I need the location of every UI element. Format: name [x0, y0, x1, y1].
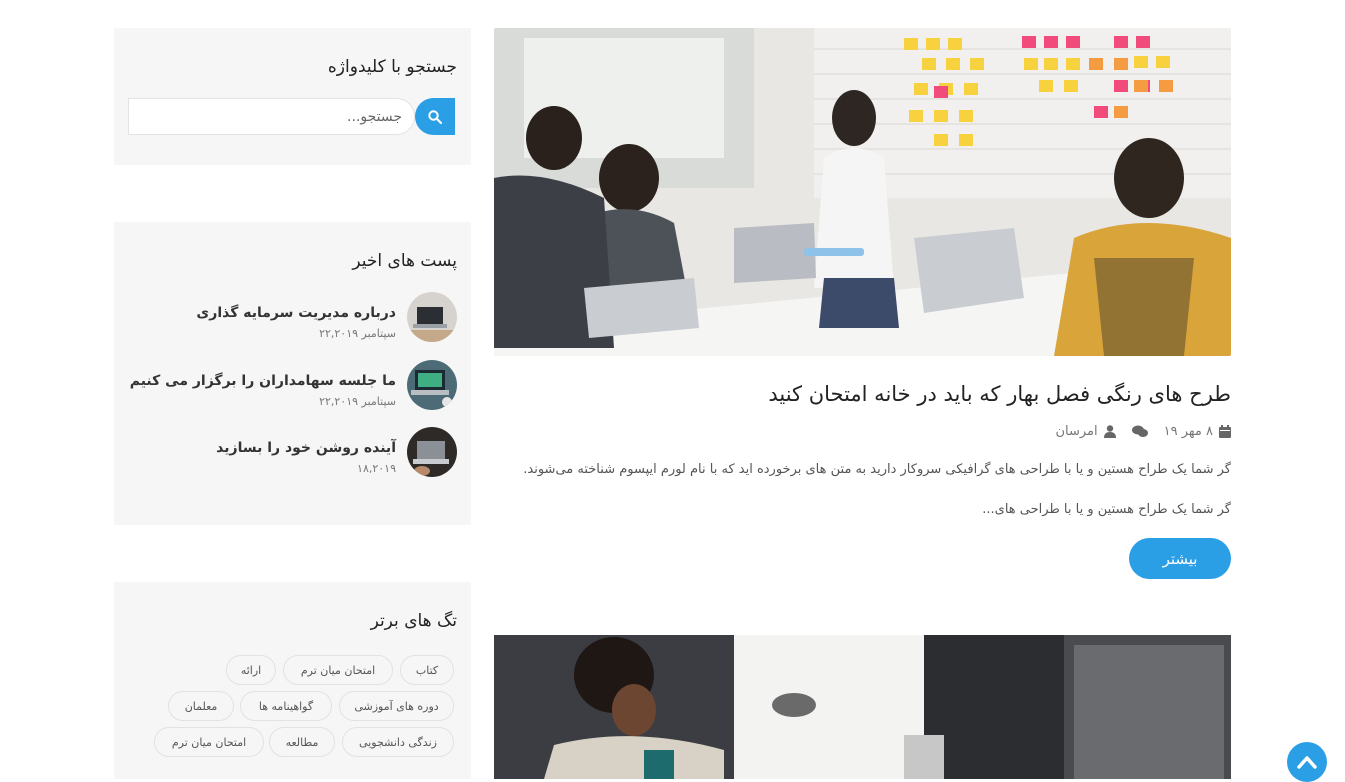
recent-posts-widget: پست های اخیر درباره مدیریت سرمایه گذاری …: [114, 222, 471, 525]
search-button[interactable]: [415, 98, 455, 135]
tag-link[interactable]: زندگی دانشجویی: [342, 727, 454, 757]
tag-link[interactable]: دوره های آموزشی: [339, 691, 454, 721]
search-widget: جستجو با کلیدواژه: [114, 28, 471, 165]
tag-link[interactable]: کتاب: [400, 655, 454, 685]
read-more-button[interactable]: بیشتر: [1129, 538, 1231, 579]
tags-widget: تگ های برتر کتاب امتحان میان ترم ارائه د…: [114, 582, 471, 779]
search-box: [128, 98, 455, 135]
post-date-text: ۸ مهر ۱۹: [1163, 424, 1213, 439]
tag-link[interactable]: امتحان میان ترم: [283, 655, 393, 685]
tag-link[interactable]: ارائه: [226, 655, 276, 685]
tag-link[interactable]: معلمان: [168, 691, 234, 721]
tag-link[interactable]: گواهینامه ها: [240, 691, 332, 721]
post-comments[interactable]: [1131, 424, 1148, 439]
post-featured-image-2[interactable]: [494, 635, 1231, 779]
user-icon: [1103, 425, 1116, 438]
post-featured-image[interactable]: [494, 28, 1231, 356]
comments-icon: [1131, 425, 1148, 437]
search-icon: [428, 109, 442, 124]
recent-post-item[interactable]: آینده روشن خود را بسازید ۱۸,۲۰۱۹: [127, 427, 457, 477]
recent-post-date: سپتامبر ۲۲,۲۰۱۹: [319, 395, 396, 408]
recent-post-thumbnail[interactable]: [407, 360, 457, 410]
chevron-up-icon: [1297, 756, 1317, 769]
recent-post-title[interactable]: درباره مدیریت سرمایه گذاری: [196, 305, 396, 321]
search-widget-title: جستجو با کلیدواژه: [327, 57, 457, 77]
tag-link[interactable]: مطالعه: [269, 727, 335, 757]
calendar-icon: [1219, 425, 1231, 438]
recent-post-date: ۱۸,۲۰۱۹: [357, 462, 396, 475]
recent-post-title[interactable]: ما جلسه سهامداران را برگزار می کنیم: [130, 373, 396, 389]
recent-post-item[interactable]: درباره مدیریت سرمایه گذاری سپتامبر ۲۲,۲۰…: [127, 292, 457, 342]
recent-posts-title: پست های اخیر: [352, 251, 457, 271]
post-author[interactable]: امرسان: [1055, 424, 1116, 439]
tags-widget-title: تگ های برتر: [370, 611, 457, 631]
search-input[interactable]: [128, 98, 415, 135]
post-excerpt-2: گر شما یک طراح هستین و یا با طراحی های..…: [982, 502, 1231, 517]
post-title[interactable]: طرح های رنگی فصل بهار که باید در خانه ام…: [494, 382, 1231, 406]
post-excerpt: گر شما یک طراح هستین و یا با طراحی های گ…: [523, 462, 1231, 477]
post-date: ۸ مهر ۱۹: [1164, 424, 1231, 439]
recent-post-date: سپتامبر ۲۲,۲۰۱۹: [319, 327, 396, 340]
recent-post-thumbnail[interactable]: [407, 427, 457, 477]
post-author-name[interactable]: امرسان: [1055, 424, 1097, 439]
recent-post-title[interactable]: آینده روشن خود را بسازید: [216, 440, 396, 456]
recent-post-item[interactable]: ما جلسه سهامداران را برگزار می کنیم سپتا…: [127, 360, 457, 410]
post-meta: ۸ مهر ۱۹ امرسان: [1055, 424, 1231, 439]
tag-link[interactable]: امتحان میان ترم: [154, 727, 264, 757]
recent-post-thumbnail[interactable]: [407, 292, 457, 342]
scroll-to-top-button[interactable]: [1287, 742, 1327, 782]
